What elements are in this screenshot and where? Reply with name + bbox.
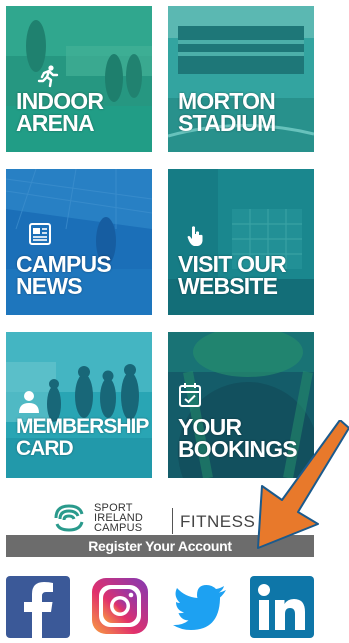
- facebook-icon: [6, 576, 70, 638]
- calendar-check-icon: [179, 383, 201, 407]
- person-icon: [19, 391, 39, 413]
- register-account-button[interactable]: Register Your Account: [6, 535, 314, 557]
- fitness-text: FITNESS: [180, 512, 256, 531]
- membership-card-label: MEMBERSHIP CARD: [16, 415, 149, 460]
- morton-stadium-label: MORTON STADIUM: [178, 88, 276, 136]
- sport-ireland-logo-icon: [54, 504, 84, 532]
- tile-campus-news[interactable]: CAMPUS NEWS: [6, 169, 152, 315]
- logo-divider: [172, 508, 173, 534]
- instagram-icon: [92, 578, 148, 634]
- tile-indoor-arena[interactable]: INDOOR ARENA: [6, 6, 152, 152]
- newspaper-icon: [29, 223, 51, 245]
- instagram-button[interactable]: [88, 576, 152, 638]
- runner-icon: [37, 65, 59, 88]
- campus-news-label: CAMPUS NEWS: [16, 251, 112, 299]
- sport-ireland-text: SPORT IRELAND CAMPUS: [94, 502, 144, 534]
- tile-your-bookings[interactable]: YOUR BOOKINGS: [168, 332, 314, 478]
- linkedin-icon: [250, 576, 314, 638]
- tile-membership-card[interactable]: MEMBERSHIP CARD: [6, 332, 152, 478]
- twitter-icon: [173, 585, 226, 630]
- facebook-button[interactable]: [6, 576, 70, 638]
- visit-website-label: VISIT OUR WEBSITE: [178, 251, 287, 299]
- twitter-button[interactable]: [168, 576, 232, 638]
- indoor-arena-label: INDOOR ARENA: [16, 88, 104, 136]
- hand-pointer-icon: [187, 226, 203, 246]
- tile-visit-website[interactable]: VISIT OUR WEBSITE: [168, 169, 314, 315]
- linkedin-button[interactable]: [250, 576, 314, 638]
- your-bookings-label: YOUR BOOKINGS: [178, 414, 298, 462]
- tile-morton-stadium[interactable]: MORTON STADIUM: [168, 6, 314, 152]
- register-account-banner[interactable]: SPORT IRELAND CAMPUS FITNESS Register Yo…: [6, 500, 314, 558]
